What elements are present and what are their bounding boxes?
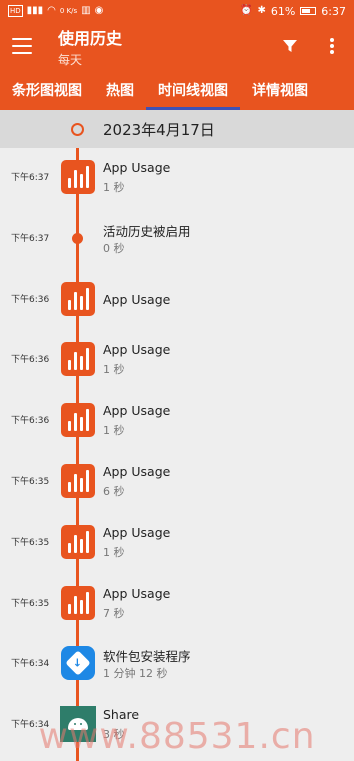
battery-icon: [300, 7, 317, 15]
entry-name: App Usage: [103, 403, 171, 419]
timeline-entry[interactable]: 下午6:36 App Usage: [0, 270, 354, 331]
entry-duration: 1 秒: [103, 424, 125, 438]
timeline[interactable]: 2023年4月17日 下午6:37 App Usage 1 秒下午6:37 活动历史被…: [0, 110, 354, 761]
alarm-icon: ⏰: [240, 5, 253, 16]
timeline-entry[interactable]: 下午6:36 App Usage 1 秒: [0, 330, 354, 391]
data-speed-icon: 0 K/s: [59, 7, 78, 15]
package-installer-icon: ↓: [61, 646, 95, 681]
hd-icon: HD: [8, 5, 23, 17]
entry-time: 下午6:36: [11, 355, 50, 366]
filter-icon[interactable]: [280, 36, 300, 56]
app-usage-icon: [61, 585, 95, 620]
battery-percent: 61%: [270, 4, 296, 18]
timeline-entry[interactable]: 下午6:37 App Usage 1 秒: [0, 148, 354, 209]
app-usage-icon: [61, 342, 95, 377]
entry-name: App Usage: [103, 342, 171, 358]
entry-duration: 6 秒: [103, 485, 125, 498]
entry-duration: 0 秒: [103, 241, 125, 255]
app-icon: ▥: [81, 5, 91, 16]
app-usage-icon: [61, 403, 95, 438]
bluetooth-icon: ✱: [257, 5, 266, 16]
app-usage-icon: [61, 464, 95, 498]
entry-duration: 3 秒: [103, 728, 125, 742]
entry-name: App Usage: [103, 585, 171, 601]
tab-bar-chart-view[interactable]: 条形图视图: [0, 70, 94, 110]
page-subtitle[interactable]: 每天: [58, 51, 122, 68]
share-icon: [60, 706, 96, 743]
date-header: 2023年4月17日: [0, 110, 354, 148]
shield-icon: ◉: [94, 5, 104, 16]
entry-name: App Usage: [103, 160, 171, 175]
entry-duration: 1 秒: [103, 545, 125, 559]
entry-name: App Usage: [103, 291, 171, 307]
entry-name: 软件包安装程序: [103, 649, 191, 665]
title-wrap: 使用历史 每天: [58, 25, 122, 68]
status-time: 6:37: [321, 4, 346, 18]
app-root: HD ▮▮▮ ◠ 0 K/s ▥ ◉ ⏰ ✱ 61% 6:37 使用历史 每天: [0, 0, 354, 761]
tab-detail-view[interactable]: 详情视图: [240, 70, 320, 110]
tab-timeline-view[interactable]: 时间线视图: [146, 70, 240, 110]
tab-heatmap[interactable]: 热图: [94, 70, 146, 110]
entry-duration: 1 秒: [103, 363, 125, 377]
entry-time: 下午6:37: [11, 173, 50, 183]
entry-name: App Usage: [103, 524, 171, 540]
entry-name: Share: [103, 707, 140, 723]
menu-icon[interactable]: [12, 38, 32, 54]
toolbar-actions: [280, 36, 342, 56]
timeline-entry[interactable]: 下午6:34 ↓ 软件包安装程序 1 分钟 12 秒: [0, 634, 354, 695]
timeline-entry[interactable]: 下午6:35 App Usage 7 秒: [0, 574, 354, 635]
app-usage-icon: [61, 524, 95, 559]
app-usage-icon: [61, 281, 95, 316]
entry-time: 下午6:35: [11, 477, 50, 487]
timeline-entry[interactable]: 下午6:34 Share 3 秒: [0, 695, 354, 756]
date-label: 2023年4月17日: [103, 120, 215, 139]
timeline-entry[interactable]: 下午6:37 活动历史被启用 0 秒: [0, 209, 354, 270]
entry-name: 活动历史被启用: [103, 223, 191, 239]
entry-duration: 1 分钟 12 秒: [103, 667, 168, 681]
status-bar: HD ▮▮▮ ◠ 0 K/s ▥ ◉ ⏰ ✱ 61% 6:37: [0, 0, 354, 22]
entry-time: 下午6:34: [11, 720, 50, 731]
entry-time: 下午6:36: [11, 416, 50, 427]
status-left: HD ▮▮▮ ◠ 0 K/s ▥ ◉: [8, 5, 103, 17]
view-tabs: 条形图视图 热图 时间线视图 详情视图: [0, 70, 354, 110]
wifi-icon: ◠: [47, 5, 56, 16]
status-right: ⏰ ✱ 61% 6:37: [240, 5, 346, 18]
date-marker: [71, 123, 84, 136]
entry-time: 下午6:35: [11, 598, 50, 609]
timeline-entry[interactable]: 下午6:35 App Usage 6 秒: [0, 452, 354, 513]
entry-name: App Usage: [103, 464, 171, 479]
page-title: 使用历史: [58, 28, 123, 48]
timeline-entry[interactable]: 下午6:36 App Usage 1 秒: [0, 391, 354, 452]
signal-icon: ▮▮▮: [26, 5, 44, 16]
more-options-icon[interactable]: [322, 36, 342, 56]
entry-duration: 1 秒: [103, 181, 125, 194]
entry-time: 下午6:35: [11, 537, 50, 548]
entry-time: 下午6:36: [11, 294, 50, 305]
timeline-entry[interactable]: 下午6:35 App Usage 1 秒: [0, 513, 354, 574]
app-usage-icon: [61, 160, 95, 194]
event-dot-icon: [72, 232, 83, 244]
entry-duration: 7 秒: [103, 606, 125, 620]
toolbar: 使用历史 每天: [0, 22, 354, 70]
entry-time: 下午6:34: [11, 659, 50, 670]
entry-time: 下午6:37: [11, 233, 50, 244]
